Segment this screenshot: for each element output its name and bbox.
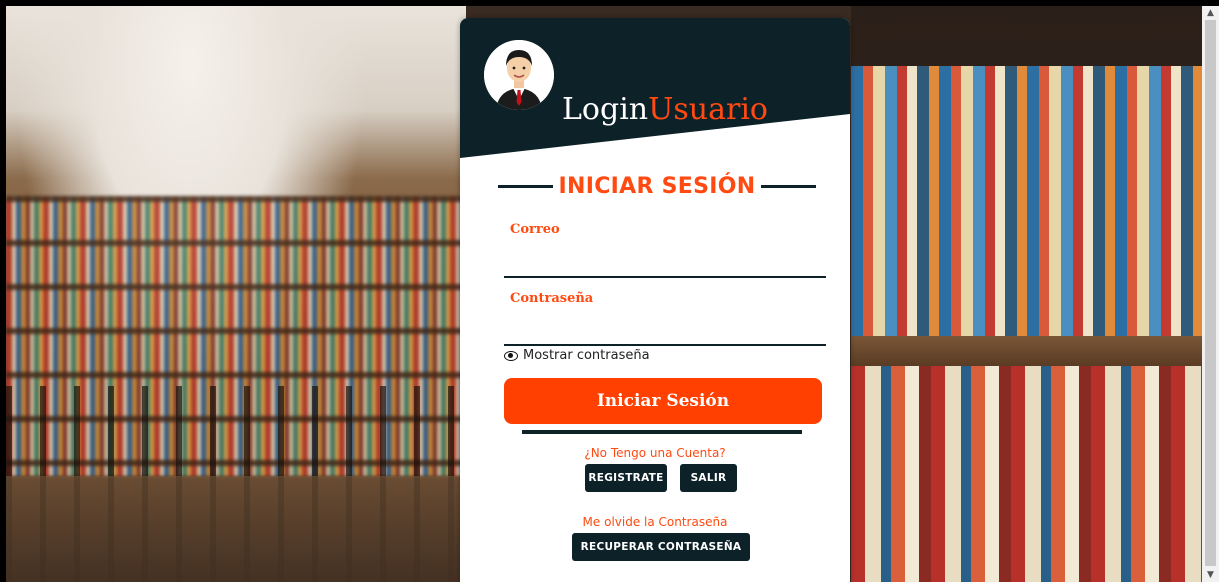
login-heading: INICIAR SESIÓN: [498, 166, 816, 206]
scroll-thumb[interactable]: [1205, 20, 1216, 566]
recover-password-button[interactable]: RECUPERAR CONTRASEÑA: [572, 533, 750, 561]
scroll-down-arrow-icon[interactable]: ▼: [1202, 568, 1219, 582]
brand-part-1: Login: [562, 92, 649, 127]
vertical-scrollbar[interactable]: ▲ ▼: [1202, 6, 1219, 582]
no-account-text: ¿No Tengo una Cuenta?: [584, 446, 726, 460]
bookshelf-upper: [851, 66, 1202, 346]
email-field[interactable]: [504, 248, 826, 278]
show-password-label: Mostrar contraseña: [523, 348, 650, 363]
password-label: Contraseña: [510, 291, 594, 306]
divider: [522, 430, 802, 434]
login-heading-text: INICIAR SESIÓN: [558, 173, 756, 199]
password-field[interactable]: [504, 316, 826, 346]
forgot-password-text: Me olvide la Contraseña: [582, 515, 728, 529]
heading-line-left: [498, 184, 553, 188]
brand-title: LoginUsuario: [562, 92, 768, 127]
user-avatar-icon: [484, 40, 554, 110]
eye-icon: [504, 350, 518, 361]
email-label: Correo: [510, 222, 560, 237]
login-card: LoginUsuario INICIAR SESIÓN Correo Contr…: [460, 18, 850, 582]
show-password-toggle[interactable]: Mostrar contraseña: [504, 348, 650, 363]
register-button[interactable]: REGISTRATE: [585, 464, 667, 492]
brand-part-2: Usuario: [648, 92, 768, 127]
page-viewport: LoginUsuario INICIAR SESIÓN Correo Contr…: [6, 6, 1202, 582]
scroll-up-arrow-icon[interactable]: ▲: [1202, 6, 1219, 20]
exit-button[interactable]: SALIR: [680, 464, 737, 492]
heading-line-right: [761, 184, 816, 188]
bookshelf-lower: [851, 366, 1202, 582]
shelf-plank: [851, 336, 1202, 366]
login-button[interactable]: Iniciar Sesión: [504, 378, 822, 424]
floor: [6, 476, 466, 582]
library-background-right: [851, 6, 1202, 582]
library-background-left: [6, 6, 466, 582]
